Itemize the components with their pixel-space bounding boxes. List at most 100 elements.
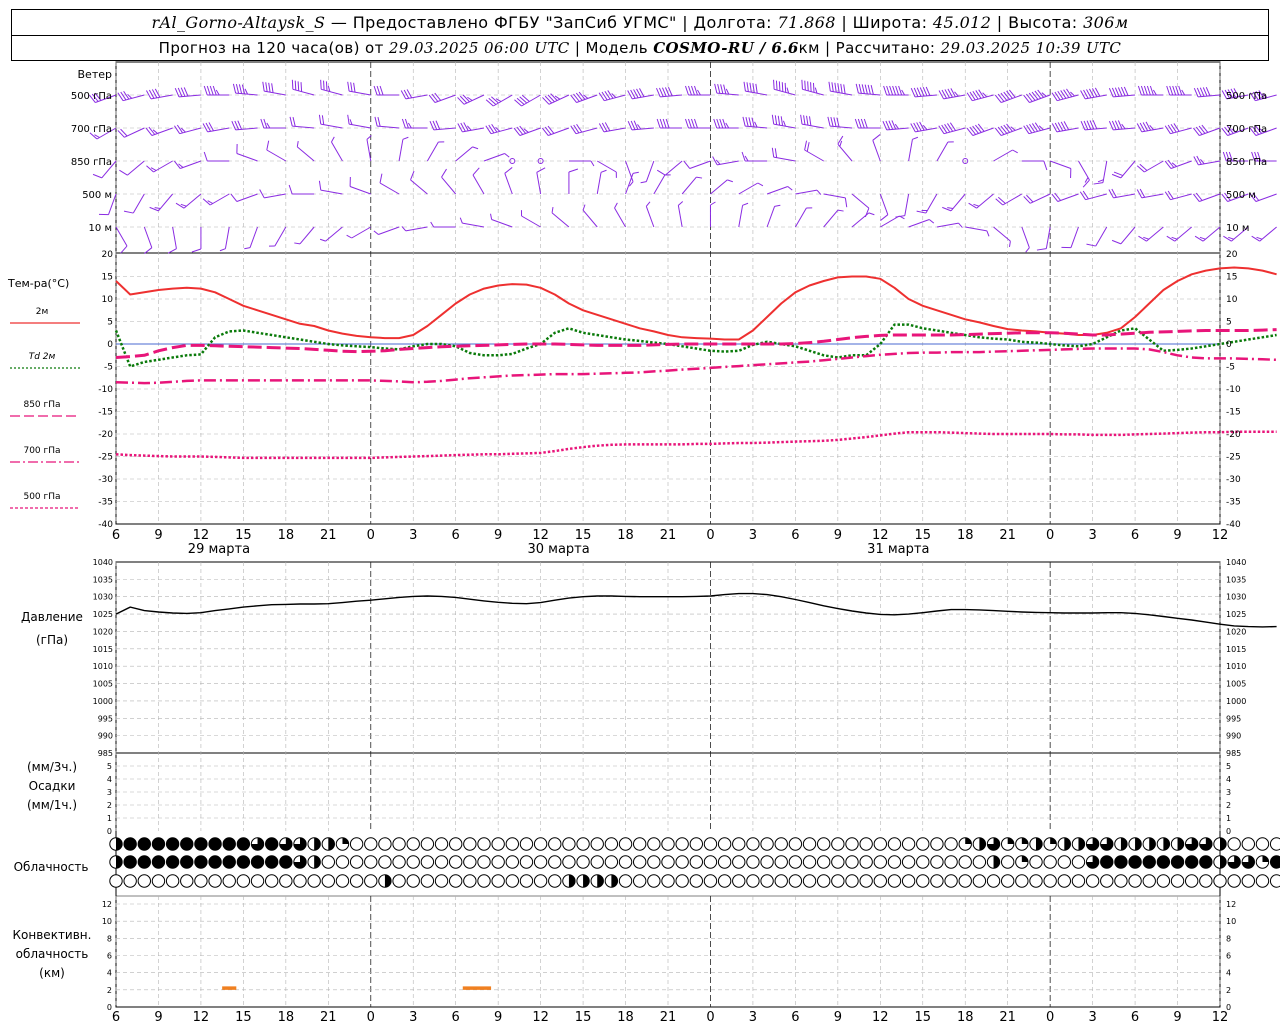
pressure-tick-right: 1040 xyxy=(1226,558,1246,567)
wind-barb-feather xyxy=(459,217,463,224)
wind-barb-shaft xyxy=(576,94,598,103)
wind-barb-shaft xyxy=(1084,127,1107,131)
cloud-cover-symbol xyxy=(392,874,406,888)
wind-barb-shaft xyxy=(331,141,343,162)
wind-barb-shaft xyxy=(292,88,315,96)
cloud-outline xyxy=(845,837,859,851)
wind-barb-feather xyxy=(1111,173,1122,179)
wind-barb-shaft xyxy=(1030,193,1051,204)
hour-label-top: 9 xyxy=(154,528,162,543)
cloud-outline xyxy=(194,874,208,888)
wind-barb-shaft xyxy=(904,193,910,216)
wind-barb-feather xyxy=(119,169,128,176)
cloud-cover-symbol xyxy=(264,855,279,869)
cloud-fill-half xyxy=(1177,837,1184,851)
cloud-cover-symbol xyxy=(717,837,732,851)
cloud-outline xyxy=(816,855,831,869)
wind-barb-feather xyxy=(787,186,793,191)
cloud-cover-symbol xyxy=(519,837,534,851)
hour-label-bottom: 21 xyxy=(999,1010,1016,1024)
wind-barb-feather xyxy=(748,117,752,127)
wind-barb-feather xyxy=(780,116,784,126)
hour-label-bottom: 6 xyxy=(112,1010,120,1024)
pressure-tick-left: 1000 xyxy=(93,697,113,706)
cloud-cover-symbol xyxy=(1128,874,1142,888)
cloud-full xyxy=(165,837,180,851)
wind-barb-shaft xyxy=(179,127,202,135)
wind-barb-feather xyxy=(656,118,661,129)
wind-barb-feather xyxy=(259,189,265,199)
temp-tick-right: 15 xyxy=(1226,273,1237,283)
wind-level-right: 700 гПа xyxy=(1226,124,1267,135)
wind-barb-shaft xyxy=(801,123,824,129)
cloud-full xyxy=(123,855,137,869)
wind-barb-feather xyxy=(321,115,325,125)
hour-label-top: 15 xyxy=(235,528,252,543)
cloud-cover-symbol xyxy=(562,855,576,869)
cloud-cover-symbol xyxy=(1269,874,1280,888)
wind-barb-shaft xyxy=(1170,193,1192,201)
conv-tick-right: 10 xyxy=(1226,917,1236,926)
wind-barb-shaft xyxy=(880,215,900,228)
wind-barbs xyxy=(89,79,1277,254)
wind-barb-feather xyxy=(292,117,296,127)
cloud-outline xyxy=(717,874,732,888)
cloud-outline xyxy=(392,855,406,869)
cloud-cover-symbol xyxy=(746,837,760,851)
wind-barb-shaft xyxy=(645,160,655,182)
cloud-cover-symbol xyxy=(873,837,888,851)
cloud-outline xyxy=(349,855,364,869)
hour-label-top: 0 xyxy=(367,528,375,543)
cloud-outline xyxy=(859,874,873,888)
cloud-cover-symbol xyxy=(463,874,477,888)
wind-barb-shaft xyxy=(830,90,853,96)
cloud-cover-symbol xyxy=(845,855,859,869)
wind-barb-feather xyxy=(206,85,211,96)
cloud-outline xyxy=(703,837,718,851)
cloud-cover-symbol xyxy=(378,855,392,869)
wind-barb-shaft xyxy=(625,160,634,182)
pressure-tick-left: 1035 xyxy=(93,575,113,584)
wind-barb-feather xyxy=(710,201,716,206)
pressure-tick-right: 1000 xyxy=(1226,697,1246,706)
cloud-outline xyxy=(378,855,392,869)
wind-barb-feather xyxy=(373,230,379,235)
cloud-cover-symbol xyxy=(930,837,944,851)
wind-barb-feather xyxy=(812,82,815,93)
cloud-outline xyxy=(816,874,831,888)
wind-barb-shaft xyxy=(1146,226,1164,242)
wind-barb-shaft xyxy=(366,139,372,162)
temp-tick-left: -25 xyxy=(98,453,113,463)
cloud-fill-half xyxy=(1036,837,1043,851)
wind-barb-feather xyxy=(1149,85,1154,96)
wind-barb-shaft xyxy=(1102,160,1108,183)
cloud-fill-half xyxy=(583,874,590,888)
cloud-cover-symbol xyxy=(901,837,916,851)
cloud-cover-symbol xyxy=(1000,855,1015,869)
pressure-tick-left: 1010 xyxy=(93,662,113,671)
wind-barb-shaft xyxy=(349,123,371,129)
wind-barb-shaft xyxy=(224,226,230,249)
hour-label-bottom: 9 xyxy=(494,1010,502,1024)
wind-barb-feather xyxy=(180,203,187,207)
precip-tick-left: 0 xyxy=(107,827,112,836)
wind-barb-shaft xyxy=(536,172,542,195)
wind-barb-feather xyxy=(331,136,335,143)
cloud-outline xyxy=(590,855,604,869)
cloud-cover-symbol xyxy=(802,837,817,851)
temp-tick-left: -20 xyxy=(98,430,113,440)
wind-barb-feather xyxy=(892,85,897,96)
wind-barb-feather xyxy=(1140,85,1145,96)
wind-barb-feather xyxy=(230,193,238,202)
wind-barb-shaft xyxy=(993,149,1013,162)
conv-tick-left: 12 xyxy=(102,900,112,909)
wind-barb-feather xyxy=(947,207,954,210)
wind-barb-shaft xyxy=(653,174,666,195)
precip-tick-right: 4 xyxy=(1226,775,1231,784)
cloud-outline xyxy=(279,874,293,888)
hour-label-bottom: 15 xyxy=(235,1010,252,1024)
cloud-outline xyxy=(1227,837,1241,851)
wind-barb-feather xyxy=(837,209,844,212)
wind-barb-shaft xyxy=(207,127,230,133)
cloud-outline xyxy=(887,855,902,869)
